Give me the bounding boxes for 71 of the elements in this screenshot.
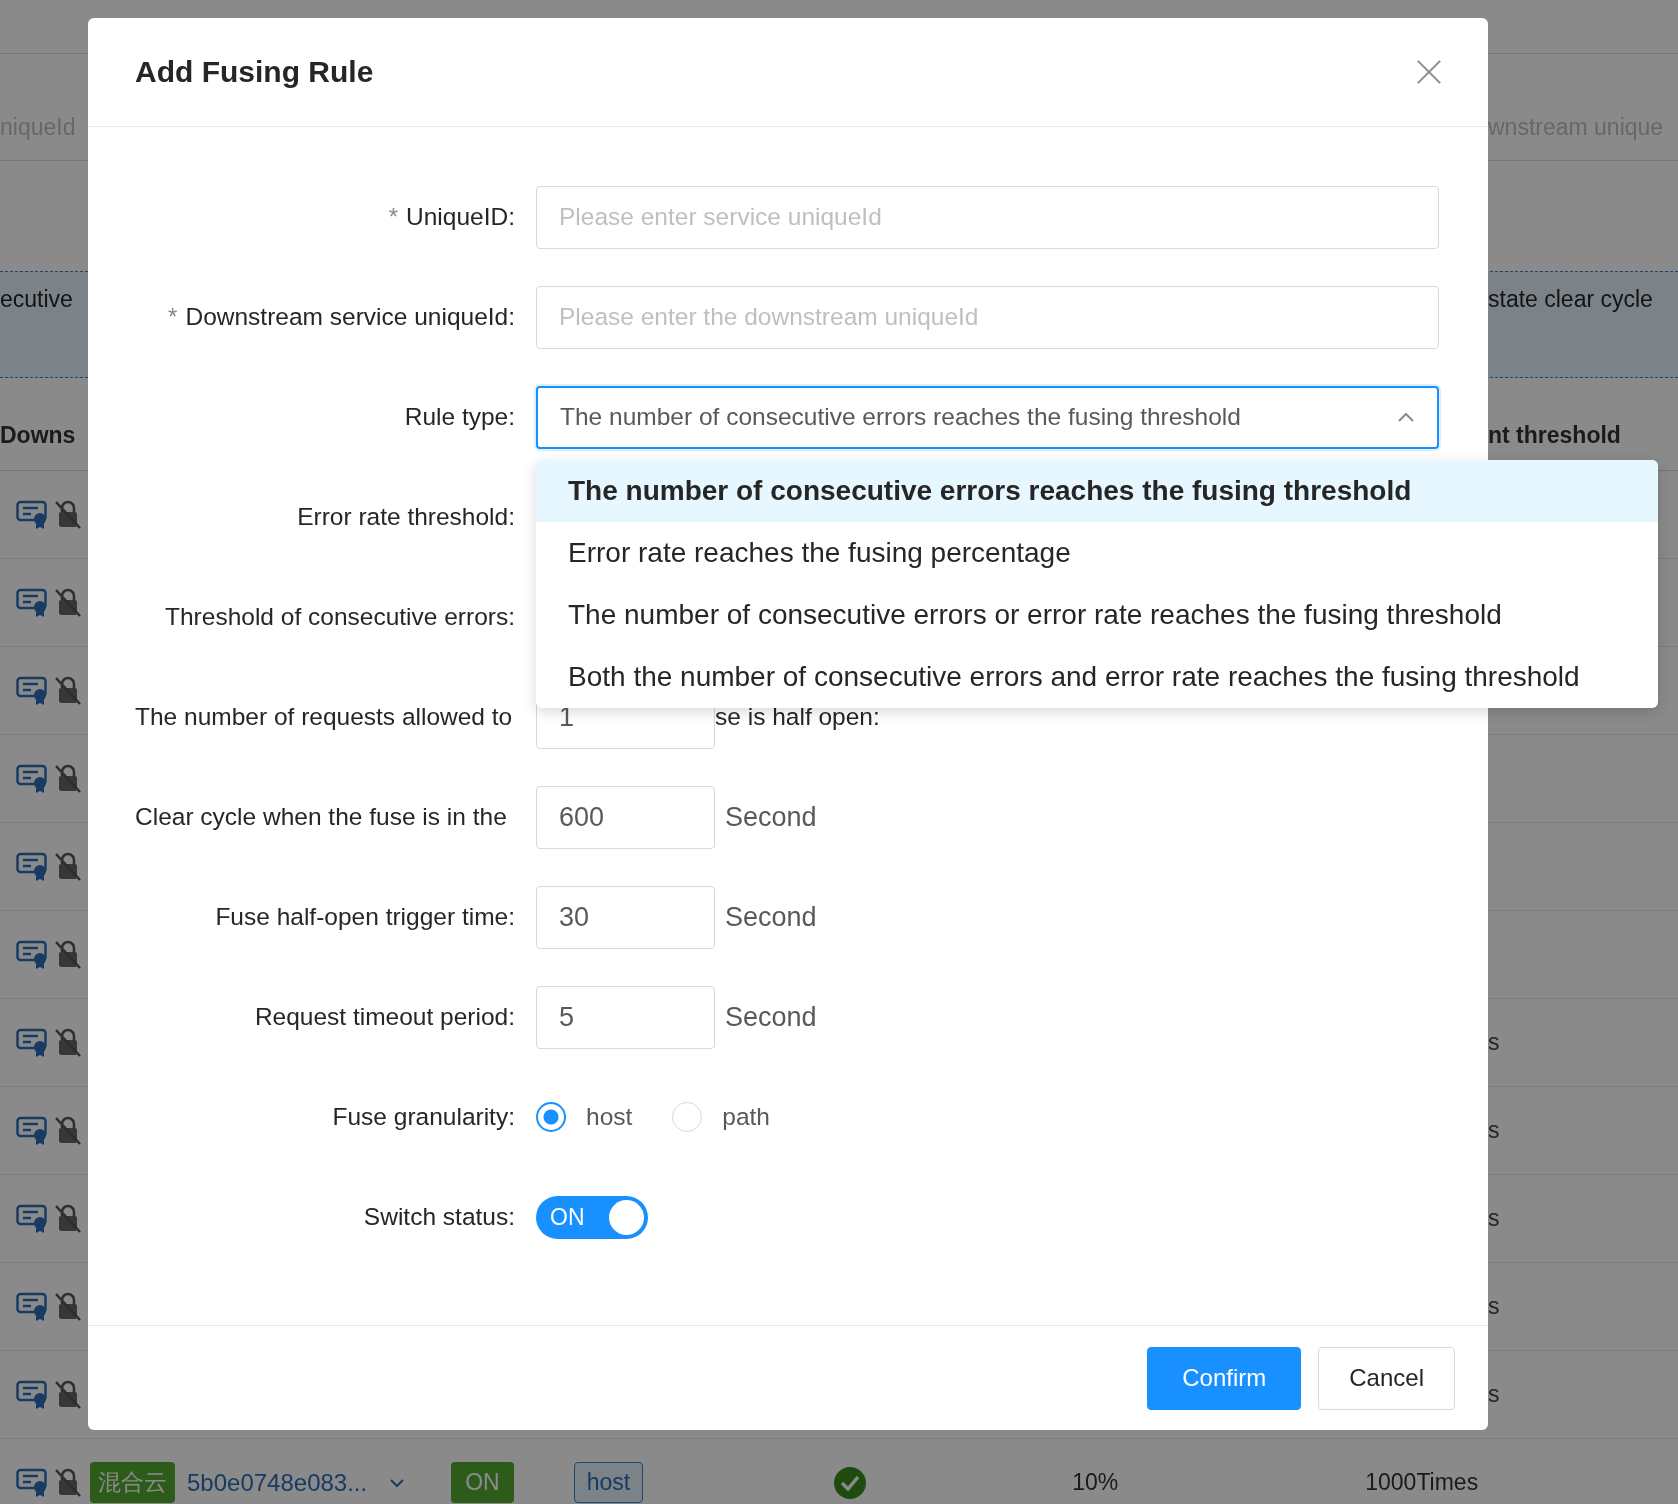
close-icon[interactable]	[1416, 59, 1442, 85]
certificate-icon[interactable]	[16, 851, 48, 882]
table-cell: s	[1488, 1117, 1500, 1144]
certificate-icon[interactable]	[16, 499, 48, 530]
column-header: state clear cycle	[1488, 286, 1653, 313]
lock-off-icon[interactable]	[54, 499, 82, 530]
field-label: Downstream service uniqueId:	[185, 303, 515, 331]
certificate-icon[interactable]	[16, 1291, 48, 1322]
certificate-icon[interactable]	[16, 1379, 48, 1410]
unit-label: Second	[725, 1001, 817, 1033]
required-mark: *	[168, 303, 178, 331]
certificate-icon[interactable]	[16, 1203, 48, 1234]
caret-icon[interactable]	[389, 1477, 406, 1488]
field-label: Fuse half-open trigger time:	[215, 903, 515, 931]
lock-off-icon[interactable]	[54, 851, 82, 882]
lock-off-icon[interactable]	[54, 763, 82, 794]
granularity-tag: host	[573, 1462, 644, 1503]
cloud-tag: 混合云	[90, 1462, 175, 1503]
field-label: UniqueID:	[406, 203, 515, 231]
lock-off-icon[interactable]	[54, 939, 82, 970]
field-label: The number of requests allowed to	[135, 703, 513, 731]
table-cell: 1000Times	[1365, 1469, 1479, 1496]
unit-label: Second	[725, 801, 817, 833]
lock-off-icon[interactable]	[54, 675, 82, 706]
lock-off-icon[interactable]	[54, 1467, 82, 1498]
table-cell: 10%	[1072, 1469, 1119, 1496]
lock-off-icon[interactable]	[54, 1379, 82, 1410]
unit-label: Second	[725, 901, 817, 933]
table-cell: s	[1488, 1205, 1500, 1232]
field-label: Threshold of consecutive errors:	[165, 603, 515, 631]
text-field[interactable]: Please enter service uniqueId	[536, 185, 1439, 249]
lock-off-icon[interactable]	[54, 1027, 82, 1058]
lock-off-icon[interactable]	[54, 587, 82, 618]
certificate-icon[interactable]	[16, 1115, 48, 1146]
field-label: Clear cycle when the fuse is in the	[135, 803, 507, 831]
dropdown-option[interactable]: The number of consecutive errors or error rate reaches the fusing threshold	[536, 583, 1658, 646]
lock-off-icon[interactable]	[54, 1203, 82, 1234]
lock-off-icon[interactable]	[54, 1115, 82, 1146]
dropdown-option[interactable]: Error rate reaches the fusing percentage	[536, 521, 1658, 584]
number-field[interactable]: 5	[536, 985, 715, 1049]
lock-off-icon[interactable]	[54, 1291, 82, 1322]
chevron-icon	[1397, 411, 1415, 423]
certificate-icon[interactable]	[16, 587, 48, 618]
field-label: Rule type:	[404, 403, 515, 431]
table-cell: s	[1488, 1381, 1500, 1408]
certificate-icon[interactable]	[16, 1027, 48, 1058]
dialog-title: Add Fusing Rule	[135, 55, 374, 89]
field-label: Error rate threshold:	[297, 503, 515, 531]
rule-type-select[interactable]: The number of consecutive errors reaches the fusing threshold	[536, 385, 1439, 449]
radio-option[interactable]: host	[536, 1102, 633, 1132]
radio-button[interactable]	[536, 1102, 566, 1132]
field-label: Request timeout period:	[254, 1003, 515, 1031]
cancel-button[interactable]: Cancel	[1318, 1346, 1455, 1410]
text-field[interactable]: Please enter the downstream uniqueId	[536, 285, 1439, 349]
dropdown-option[interactable]: The number of consecutive errors reaches the fusing threshold	[536, 459, 1658, 522]
radio-option[interactable]: path	[672, 1102, 770, 1132]
table-cell: s	[1488, 1293, 1500, 1320]
certificate-icon[interactable]	[16, 939, 48, 970]
status-tag: ON	[451, 1462, 514, 1503]
certificate-icon[interactable]	[16, 763, 48, 794]
required-mark: *	[388, 203, 399, 231]
field-label: Switch status:	[363, 1203, 515, 1231]
table-cell: s	[1488, 1029, 1500, 1056]
field-label: Fuse granularity:	[332, 1103, 515, 1131]
column-header: nt threshold	[1488, 422, 1621, 449]
column-header: Downs	[0, 422, 76, 449]
number-field[interactable]: 30	[536, 885, 715, 949]
number-field[interactable]: 600	[536, 785, 715, 849]
certificate-icon[interactable]	[16, 675, 48, 706]
column-header: ecutive	[0, 286, 73, 313]
certificate-icon[interactable]	[16, 1467, 48, 1498]
